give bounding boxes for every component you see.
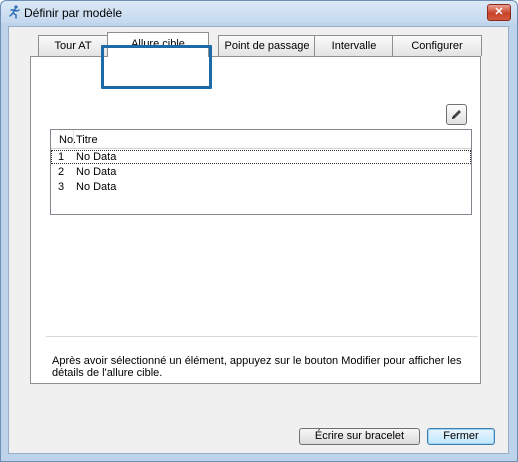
- column-header-title[interactable]: Titre: [76, 134, 98, 146]
- list-item-no: 2: [58, 166, 65, 178]
- list-item-title: No Data: [76, 151, 117, 163]
- list-header: No. Titre: [51, 130, 471, 149]
- target-pace-list[interactable]: No. Titre 1 No Data 2 No Data 3 No Data: [50, 129, 472, 215]
- window-title: Définir par modèle: [24, 6, 123, 20]
- tab-strip: Tour AT Allure cible Point de passage In…: [30, 32, 490, 57]
- title-bar[interactable]: Définir par modèle ✕: [1, 1, 517, 23]
- list-item[interactable]: 3 No Data: [51, 180, 471, 194]
- runner-icon: [9, 5, 20, 19]
- tab-intervalle[interactable]: Intervalle: [314, 35, 394, 56]
- list-item[interactable]: 2 No Data: [51, 165, 471, 179]
- list-item-title: No Data: [76, 181, 117, 193]
- tab-tour-at[interactable]: Tour AT: [38, 35, 108, 56]
- tab-configurer[interactable]: Configurer: [392, 35, 482, 56]
- close-button[interactable]: Fermer: [427, 428, 495, 445]
- tab-point-de-passage[interactable]: Point de passage: [218, 35, 316, 56]
- header-separator: [73, 130, 74, 148]
- list-item-no: 1: [58, 151, 65, 163]
- close-window-button[interactable]: ✕: [487, 4, 511, 21]
- write-to-watch-button[interactable]: Écrire sur bracelet: [299, 428, 420, 445]
- list-item-title: No Data: [76, 166, 117, 178]
- active-tab-highlight: [101, 45, 212, 89]
- edit-button[interactable]: [446, 104, 467, 125]
- info-text: Après avoir sélectionné un élément, appu…: [52, 355, 462, 379]
- pencil-icon: [452, 110, 461, 119]
- list-item[interactable]: 1 No Data: [51, 150, 471, 164]
- list-item-no: 3: [58, 181, 65, 193]
- tab-panel: [30, 56, 481, 384]
- info-area: Après avoir sélectionné un élément, appu…: [46, 336, 478, 381]
